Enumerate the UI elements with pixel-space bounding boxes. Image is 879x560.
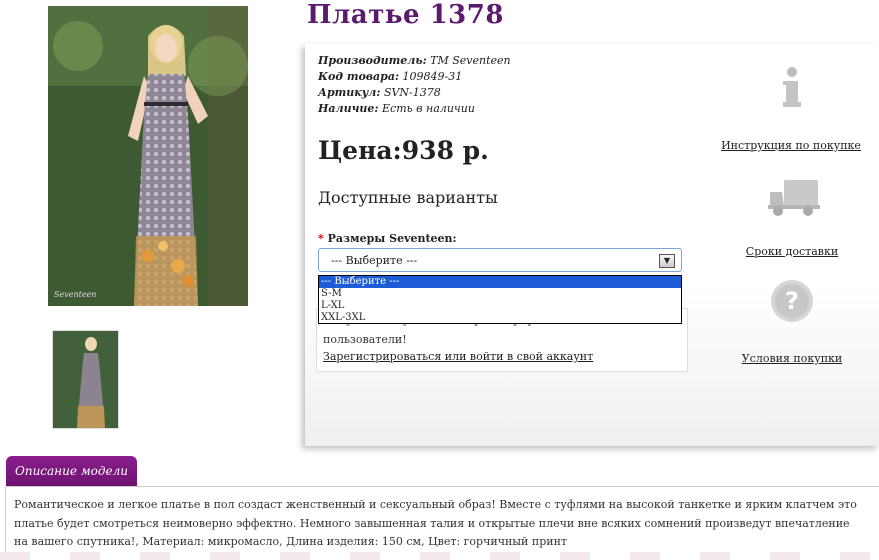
- description-text: Романтическое и легкое платье в пол созд…: [14, 498, 857, 548]
- product-thumbnail[interactable]: [52, 330, 119, 429]
- size-options-list[interactable]: --- Выберите --- S-M L-XL XXL-3XL: [318, 275, 682, 324]
- size-select[interactable]: --- Выберите --- ▼: [318, 248, 682, 272]
- purchase-instructions-link[interactable]: Инструкция по покупке: [720, 139, 862, 152]
- truck-icon[interactable]: [768, 178, 820, 218]
- info-icon[interactable]: [780, 66, 804, 110]
- delivery-time-link[interactable]: Сроки доставки: [730, 245, 854, 258]
- image-watermark: Seventeen: [54, 290, 97, 299]
- purchase-terms-link[interactable]: Условия покупки: [730, 352, 854, 365]
- variants-heading: Доступные варианты: [318, 188, 498, 207]
- info-manufacturer: Производитель: TM Seventeen: [318, 54, 511, 67]
- product-main-image[interactable]: [48, 6, 248, 306]
- product-price: Цена:938 р.: [318, 136, 489, 165]
- product-info-list: Производитель: TM Seventeen Код товара: …: [318, 53, 511, 117]
- register-login-link[interactable]: Зарегистрироваться или войти в свой акка…: [323, 350, 593, 363]
- size-option[interactable]: --- Выберите ---: [319, 276, 681, 288]
- size-label: * Размеры Seventeen:: [318, 232, 457, 245]
- size-option[interactable]: S-M: [319, 288, 681, 300]
- chevron-down-icon[interactable]: ▼: [659, 254, 675, 268]
- required-mark: *: [318, 232, 324, 245]
- decorative-bottom-border: [0, 552, 879, 560]
- size-option[interactable]: XXL-3XL: [319, 312, 681, 324]
- info-availability: Наличие: Есть в наличии: [318, 102, 475, 115]
- info-product-code: Код товара: 109849-31: [318, 70, 463, 83]
- tab-model-description[interactable]: Описание модели: [6, 456, 137, 486]
- info-article: Артикул: SVN-1378: [318, 86, 441, 99]
- product-title: Платье 1378: [307, 0, 504, 30]
- question-icon[interactable]: ?: [769, 278, 815, 324]
- svg-text:?: ?: [785, 287, 799, 315]
- size-option[interactable]: L-XL: [319, 300, 681, 312]
